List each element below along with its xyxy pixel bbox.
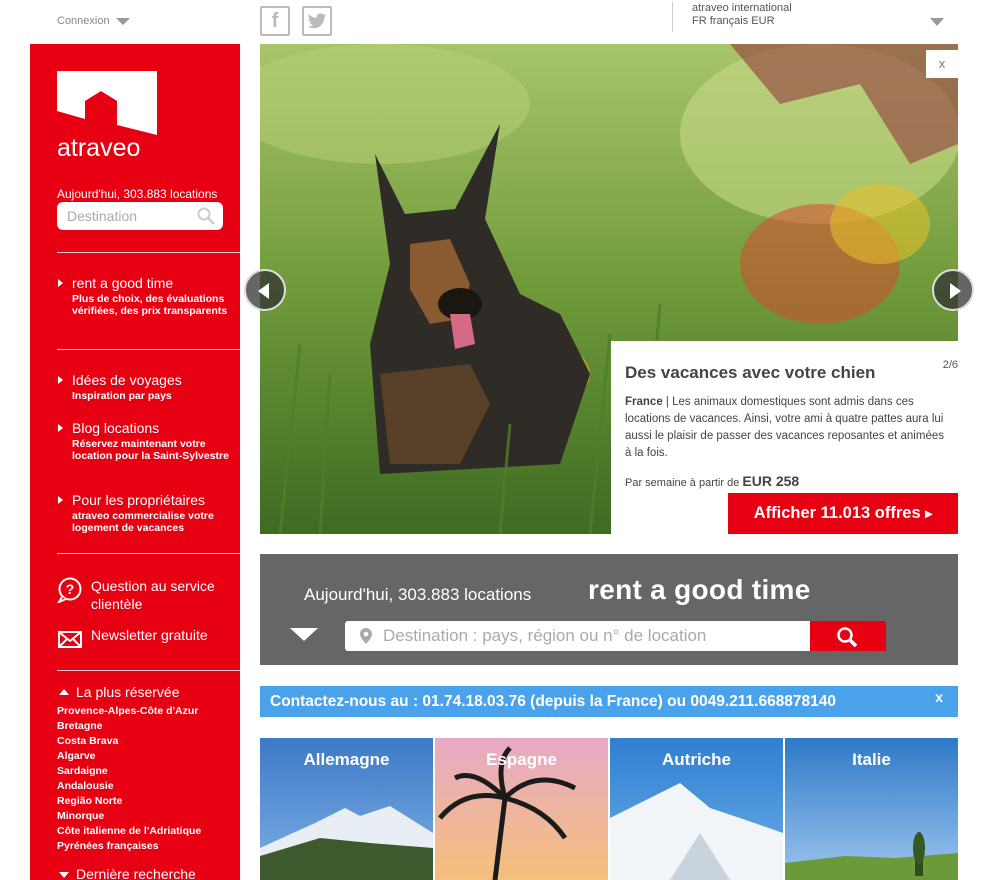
sidebar-item-label[interactable]: Idées de voyages	[58, 372, 232, 389]
search-slogan: rent a good time	[588, 574, 811, 605]
destination-search-input[interactable]: Destination : pays, région ou n° de loca…	[345, 621, 810, 651]
price-value: EUR 258	[742, 473, 800, 489]
hero-description: France | Les animaux domestiques sont ad…	[625, 394, 945, 462]
search-listings-count: Aujourd'hui, 303.883 locations	[304, 585, 532, 604]
destination-placeholder: Destination : pays, région ou n° de loca…	[383, 626, 707, 645]
most-booked-list: Provence-Alpes-Côte d'Azur Bretagne Costa …	[57, 704, 201, 854]
destination-label[interactable]: Allemagne	[260, 750, 433, 770]
search-button[interactable]	[810, 621, 886, 651]
search-icon	[837, 627, 858, 648]
newsletter-link[interactable]: Newsletter gratuite	[57, 626, 208, 652]
newsletter-label[interactable]: Newsletter gratuite	[91, 626, 208, 652]
location-pin-icon	[360, 628, 372, 644]
contact-banner: Contactez-nous au : 01.74.18.03.76 (depu…	[260, 686, 958, 717]
envelope-icon	[58, 631, 82, 648]
locale-line-1: atraveo international	[692, 2, 792, 14]
most-booked-item[interactable]: Andalousie	[57, 779, 201, 794]
sidebar: atraveo Aujourd'hui, 303.883 locations D…	[30, 44, 240, 880]
top-bar: Connexion f atraveo international FR fra…	[0, 0, 992, 44]
hero-pager: 2/6	[942, 359, 958, 371]
search-placeholder: Destination	[67, 208, 138, 224]
contact-text: Contactez-nous au : 01.74.18.03.76 (depu…	[270, 693, 837, 710]
customer-service-link[interactable]: ? Question au service clientèle	[57, 577, 221, 613]
divider	[57, 553, 240, 554]
most-booked-item[interactable]: Minorque	[57, 809, 201, 824]
most-booked-section: La plus réservée Provence-Alpes-Côte d'A…	[57, 684, 201, 854]
hero-price: Par semaine à partir de EUR 258	[625, 473, 799, 489]
show-offers-button[interactable]: Afficher 11.013 offres ▸	[728, 493, 958, 534]
destination-tile-austria[interactable]: Autriche	[610, 738, 783, 880]
most-booked-item[interactable]: Costa Brava	[57, 734, 201, 749]
destination-tile-germany[interactable]: Allemagne	[260, 738, 433, 880]
most-booked-item[interactable]: Pyrénées françaises	[57, 839, 201, 854]
chevron-down-icon[interactable]	[290, 628, 318, 641]
destination-tile-italy[interactable]: Italie	[785, 738, 958, 880]
sidebar-item-rent-a-good-time[interactable]: rent a good time Plus de choix, des éval…	[58, 275, 232, 317]
destination-tile-spain[interactable]: Espagne	[435, 738, 608, 880]
hero-country: France	[625, 396, 663, 408]
sidebar-item-label[interactable]: Pour les propriétaires	[58, 492, 232, 509]
sidebar-item-sub: Inspiration par pays	[72, 390, 172, 402]
question-icon: ?	[57, 577, 82, 603]
price-prefix: Par semaine à partir de	[625, 477, 743, 489]
divider	[57, 349, 240, 350]
hero-next-arrow-icon[interactable]	[932, 269, 974, 311]
most-booked-item[interactable]: Algarve	[57, 749, 201, 764]
destination-label[interactable]: Italie	[785, 750, 958, 770]
locale-line-2: FR français EUR	[692, 15, 775, 27]
most-booked-item[interactable]: Região Norte	[57, 794, 201, 809]
most-booked-item[interactable]: Sardaigne	[57, 764, 201, 779]
last-search-toggle[interactable]: Dernière recherche	[57, 866, 196, 880]
chevron-down-icon[interactable]	[930, 18, 944, 26]
hero-title: Des vacances avec votre chien	[625, 363, 876, 382]
logo-text[interactable]: atraveo	[57, 134, 140, 163]
show-offers-label[interactable]: Afficher 11.013 offres	[754, 504, 921, 522]
social-links: f	[260, 6, 332, 36]
sidebar-item-label[interactable]: Blog locations	[58, 420, 232, 437]
most-booked-item[interactable]: Côte italienne de l'Adriatique	[57, 824, 201, 839]
sidebar-item-label[interactable]: rent a good time	[58, 275, 232, 292]
most-booked-title[interactable]: La plus réservée	[57, 684, 201, 700]
customer-service-label[interactable]: Question au service clientèle	[91, 577, 221, 613]
divider	[57, 252, 240, 253]
sidebar-search-input[interactable]: Destination	[57, 202, 223, 230]
svg-text:?: ?	[66, 581, 75, 597]
facebook-icon[interactable]: f	[260, 6, 290, 36]
sidebar-item-sub: atraveo commercialise votre logement de …	[72, 510, 214, 534]
sidebar-item-blog[interactable]: Blog locations Réservez maintenant votre…	[58, 420, 232, 462]
search-icon[interactable]	[197, 207, 215, 225]
sidebar-item-owners[interactable]: Pour les propriétaires atraveo commercia…	[58, 492, 232, 534]
atraveo-logo[interactable]	[57, 71, 157, 140]
twitter-icon[interactable]	[302, 6, 332, 36]
sidebar-item-travel-ideas[interactable]: Idées de voyages Inspiration par pays	[58, 372, 232, 402]
hero-close-button[interactable]: x	[926, 50, 958, 78]
listings-count: Aujourd'hui, 303.883 locations	[57, 187, 218, 201]
hero-info-box: Des vacances avec votre chien 2/6 France…	[611, 341, 958, 534]
hero-prev-arrow-icon[interactable]	[244, 269, 286, 311]
sidebar-item-sub: Plus de choix, des évaluations vérifiées…	[72, 293, 228, 317]
chevron-right-icon: ▸	[925, 505, 933, 521]
destination-label[interactable]: Espagne	[435, 750, 608, 770]
most-booked-item[interactable]: Provence-Alpes-Côte d'Azur	[57, 704, 201, 719]
locale-selector[interactable]: atraveo international FR français EUR	[672, 2, 948, 32]
divider	[57, 670, 240, 671]
chevron-down-icon[interactable]	[115, 17, 130, 25]
most-booked-item[interactable]: Bretagne	[57, 719, 201, 734]
sidebar-item-sub: Réservez maintenant votre location pour …	[72, 438, 229, 462]
login-menu[interactable]: Connexion	[57, 15, 130, 27]
main-search-band: Aujourd'hui, 303.883 locations rent a go…	[260, 554, 958, 665]
contact-close-button[interactable]: x	[935, 682, 943, 713]
destination-label[interactable]: Autriche	[610, 750, 783, 770]
login-label[interactable]: Connexion	[57, 15, 110, 27]
hero-desc-text: | Les animaux domestiques sont admis dan…	[625, 396, 944, 459]
